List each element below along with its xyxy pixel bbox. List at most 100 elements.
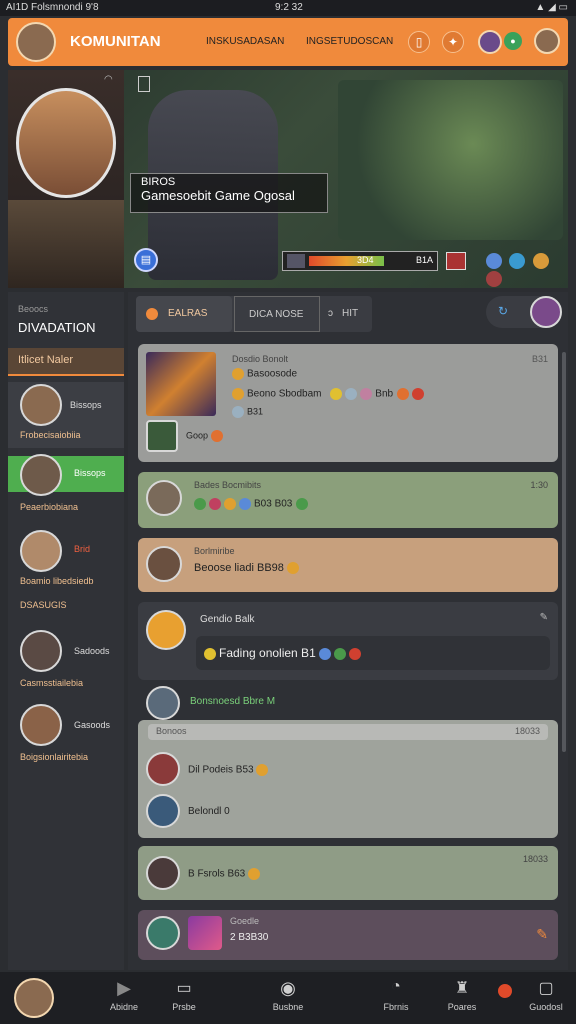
edit-icon[interactable]: ✎ [536,926,548,943]
tab-label: EALRAS [168,308,208,319]
document-icon[interactable]: ▯ [408,31,430,53]
tab-inskusadasan[interactable]: INSKUSADASAN [206,36,284,47]
ability-icon[interactable] [532,252,549,269]
nav-label: Abidne [109,1002,139,1012]
emoji-icon [232,406,244,418]
sidebar-item-1[interactable]: Bissops Frobecisaiobiia [8,382,124,448]
feed-card-4[interactable]: Gendio Balk ✎ Fading onolien B1 [138,602,558,680]
feed-card-5[interactable]: Bonoos 18033 Dil Podeis B53 Belondl 0 [138,720,558,838]
tab-actions: ↻ [486,296,562,328]
tab-dica-nose[interactable]: DICA NOSE [234,296,320,332]
refresh-icon[interactable]: ↻ [498,304,508,318]
sidebar-item-label: Brid [74,544,91,554]
tab-label: HIT [342,308,359,319]
emoji-icon [232,388,244,400]
post-text: Basoosode [247,368,298,380]
card-header-time: 18033 [514,726,540,736]
emoji-icon [232,368,244,380]
post-text: Fading onolien B1 [219,646,316,660]
nav-label: Prsbe [172,1002,196,1012]
top-bar: KOMUNITAN INSKUSADASAN INGSETUDOSCAN ▯ ✦… [8,18,568,66]
chat-icon: ▭ [176,980,192,997]
post-text: 2 B3B30 [230,932,269,943]
alert-icon[interactable] [446,252,466,270]
nav-guodosl[interactable]: ▢ Guodosl [518,978,574,1012]
nav-label: Guodosl [529,1002,563,1012]
tab-label: DICA NOSE [249,309,304,320]
nav-abidne[interactable]: ▶ Abidne [96,978,152,1012]
headset-icon[interactable]: ◠ [104,74,113,85]
emoji-icon [397,388,410,400]
tab-ingsetudoscan[interactable]: INGSETUDOSCAN [306,36,393,47]
bottom-nav: ▶ Abidne ▭ Prsbe ◉ Busbne ◔ Fbrnis ♜ Poares ▢… [0,972,576,1024]
ability-icon[interactable] [486,252,502,269]
post-line: B03 B03 [194,498,311,510]
feed-card-6[interactable]: 18033 B Fsrols B63 [138,846,558,900]
sidebar-avatar [20,454,62,496]
sidebar-item-sub: Frobecisaiobiia [20,430,81,440]
sidebar-item-4[interactable]: Sadoods Casmsstiailebia [8,626,124,692]
thread-avatar [146,686,180,720]
hero-banner[interactable]: BIROS Gamesoebit Game Ogosal ▤ 3D4 B1A ◠ [8,70,568,288]
progress-value: B1A [415,255,433,265]
post-tail: Goop [186,430,226,442]
scrollbar[interactable] [562,352,566,752]
nav-poares[interactable]: ♜ Poares [434,978,490,1012]
feed-card-2[interactable]: Bades Bocmibits 1:30 B03 B03 [138,472,558,528]
at-icon: ↄ [328,308,333,319]
user-avatar[interactable] [534,28,560,54]
sidebar-section[interactable]: Itlicet Naler [8,348,124,376]
hero-title-box: BIROS Gamesoebit Game Ogosal [130,173,328,213]
emoji-icon [248,868,261,880]
nav-prsbe[interactable]: ▭ Prsbe [156,978,212,1012]
post-avatar [146,752,180,786]
battle-map [338,80,563,240]
post-avatar [146,420,178,452]
emoji-icon [209,498,221,510]
nav-profile-avatar[interactable] [14,978,54,1018]
sidebar-item-label: Bissops [70,400,102,410]
edit-icon[interactable]: ✎ [540,612,548,623]
sidebar-avatar [20,384,62,426]
post-line: Beoose liadi BB98 [194,562,302,575]
user-avatar[interactable] [530,296,562,328]
feed-card-7[interactable]: Goedle 2 B3B30 ✎ [138,910,558,960]
post-text: Belondl 0 [188,806,230,817]
chat-icon[interactable]: ▤ [134,248,158,272]
sidebar-item-3[interactable]: Brid Boamio libedsiedb DSASUGIS [8,526,124,616]
ability-icon[interactable] [486,270,502,287]
tab-ealras[interactable]: EALRAS [136,296,232,332]
nav-busbne[interactable]: ◉ Busbne [260,978,316,1012]
feed-card-1[interactable]: Dosdio Bonolt B31 Basoosode Beono Sbodba… [138,344,558,462]
post-title: Goedle [230,916,260,926]
post-text: Dil Podeis B53 [188,764,254,776]
tab-hit[interactable]: ↄ HIT [324,296,372,332]
post-text: B31 [247,406,264,417]
sidebar-item-2[interactable]: Bissops Peaerbiobiana [8,454,124,520]
emoji-icon [204,647,216,660]
post-time: B31 [531,354,548,364]
emoji-icon [239,498,251,510]
profile-avatar[interactable] [16,22,56,62]
sidebar-item-5[interactable]: Gasoods Boigsionlairitebia [8,700,124,766]
hero-title: Gamesoebit Game Ogosal [141,188,295,203]
feed-card-3[interactable]: Borlmiribe Beoose liadi BB98 [138,538,558,592]
main-content: EALRAS DICA NOSE ↄ HIT ↻ Dosdio Bonolt B… [128,292,568,970]
sidebar-item-label: Sadoods [74,646,110,656]
flag-icon[interactable] [138,76,150,92]
sidebar-item-sub: DSASUGIS [20,600,67,610]
post-time: 1:30 [530,480,548,490]
thread-title: Bonsnoesd Bbre M [190,696,276,707]
emoji-icon [334,647,347,660]
emoji-icon [194,498,206,510]
hero-character-panel [8,70,124,288]
nav-fbrnis[interactable]: ◔ Fbrnis [368,978,424,1012]
settings-icon: ▢ [538,980,554,997]
ability-icon[interactable] [509,252,526,269]
star-icon[interactable]: ✦ [442,31,464,53]
friend-avatar[interactable] [478,30,502,54]
discord-icon: ◉ [280,978,296,998]
post-avatar [146,610,186,650]
status-carrier: AI1D Folsmnondi 9'8 [6,2,99,13]
weapon-icon [287,254,305,268]
